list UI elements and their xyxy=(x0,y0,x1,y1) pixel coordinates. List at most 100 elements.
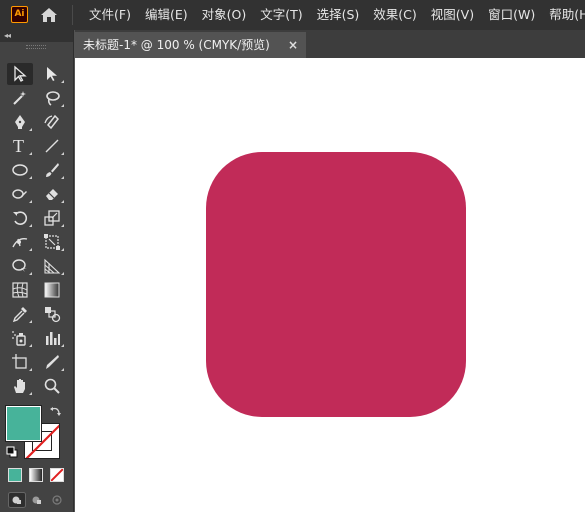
zoom-tool[interactable] xyxy=(39,375,65,397)
eraser-tool[interactable] xyxy=(39,183,65,205)
direct-selection-tool[interactable] xyxy=(39,63,65,85)
blend-icon xyxy=(45,307,61,323)
menu-divider xyxy=(72,5,73,25)
none-mode-icon[interactable] xyxy=(50,468,64,482)
menu-window[interactable]: 窗口(W) xyxy=(481,0,542,30)
menu-view[interactable]: 视图(V) xyxy=(424,0,481,30)
menu-edit[interactable]: 编辑(E) xyxy=(138,0,195,30)
eyedropper-tool[interactable] xyxy=(7,303,33,325)
draw-inside-icon[interactable] xyxy=(48,492,66,508)
illustrator-logo: Ai xyxy=(11,6,28,23)
tool-group-indicator xyxy=(29,128,32,131)
curvature-icon xyxy=(44,114,59,130)
perspective-grid-tool[interactable] xyxy=(39,255,65,277)
tool-group-indicator xyxy=(61,224,64,227)
hand-tool[interactable] xyxy=(7,375,33,397)
draw-normal-icon[interactable] xyxy=(8,492,26,508)
magic-wand-icon xyxy=(13,91,26,105)
panel-grip[interactable] xyxy=(26,45,46,49)
free-transform-icon xyxy=(44,234,60,250)
default-fill-stroke-icon[interactable] xyxy=(6,446,18,458)
tool-group-indicator xyxy=(61,176,64,179)
bar-graph-icon xyxy=(46,332,60,345)
menu-effect[interactable]: 效果(C) xyxy=(366,0,423,30)
menu-type[interactable]: 文字(T) xyxy=(253,0,309,30)
brush-icon xyxy=(46,163,59,177)
tool-group-indicator xyxy=(61,272,64,275)
curvature-tool[interactable] xyxy=(39,111,65,133)
artboard-icon xyxy=(12,354,27,369)
double-chevron-left-icon[interactable]: ◂◂ xyxy=(4,30,11,42)
arrow-icon xyxy=(14,65,27,82)
menu-bar: Ai 文件(F) 编辑(E) 对象(O) 文字(T) 选择(S) 效果(C) 视… xyxy=(0,0,585,30)
free-transform-tool[interactable] xyxy=(39,231,65,253)
scale-icon xyxy=(44,210,60,226)
line-segment-tool[interactable] xyxy=(39,135,65,157)
draw-behind-icon[interactable] xyxy=(28,492,46,508)
gradient-icon xyxy=(44,282,60,298)
tool-group-indicator xyxy=(61,152,64,155)
rotate-tool[interactable] xyxy=(7,207,33,229)
tools-panel: ◂◂ T xyxy=(0,30,74,512)
tool-group-indicator xyxy=(61,368,64,371)
selection-tool[interactable] xyxy=(7,63,33,85)
tool-group-indicator xyxy=(29,152,32,155)
document-tab-title: 未标题-1* @ 100 % (CMYK/预览) xyxy=(83,38,270,52)
hand-icon xyxy=(14,379,25,393)
white-arrow-icon xyxy=(47,67,57,81)
shaper-tool[interactable] xyxy=(7,183,33,205)
menu-object[interactable]: 对象(O) xyxy=(195,0,254,30)
pen-tool[interactable] xyxy=(7,111,33,133)
tool-group-indicator xyxy=(29,272,32,275)
rotate-icon xyxy=(13,211,28,225)
tool-group-indicator xyxy=(29,344,32,347)
tool-group-indicator xyxy=(61,104,64,107)
artboard-tool[interactable] xyxy=(7,351,33,373)
column-graph-tool[interactable] xyxy=(39,327,65,349)
mesh-icon xyxy=(12,282,28,298)
tool-group-indicator xyxy=(29,176,32,179)
scale-tool[interactable] xyxy=(39,207,65,229)
tool-group-indicator xyxy=(29,248,32,251)
shape-builder-tool[interactable] xyxy=(7,255,33,277)
color-mode-icon[interactable] xyxy=(8,468,22,482)
rounded-rectangle-shape[interactable] xyxy=(206,152,466,417)
slice-tool[interactable] xyxy=(39,351,65,373)
width-tool[interactable] xyxy=(7,231,33,253)
line-icon xyxy=(45,139,59,153)
gradient-mode-icon[interactable] xyxy=(29,468,43,482)
type-icon: T xyxy=(13,136,24,156)
tool-group-indicator xyxy=(61,200,64,203)
home-icon[interactable] xyxy=(39,5,59,25)
pen-icon xyxy=(15,115,25,129)
perspective-grid-icon xyxy=(44,258,61,274)
close-icon[interactable]: × xyxy=(288,32,298,58)
gradient-tool[interactable] xyxy=(39,279,65,301)
mesh-tool[interactable] xyxy=(7,279,33,301)
tool-group-indicator xyxy=(29,320,32,323)
tool-group-indicator xyxy=(61,248,64,251)
type-tool[interactable]: T xyxy=(7,135,33,157)
menu-items: 文件(F) 编辑(E) 对象(O) 文字(T) 选择(S) 效果(C) 视图(V… xyxy=(82,0,585,30)
shaper-icon xyxy=(12,189,27,199)
swap-arrows-icon[interactable] xyxy=(50,405,62,417)
fill-swatch[interactable] xyxy=(5,405,42,442)
tool-group-indicator xyxy=(29,224,32,227)
document-tab[interactable]: 未标题-1* @ 100 % (CMYK/预览) × xyxy=(75,32,306,58)
symbol-sprayer-icon xyxy=(12,331,26,346)
menu-file[interactable]: 文件(F) xyxy=(82,0,138,30)
shape-builder-icon xyxy=(12,259,27,272)
artboard-canvas[interactable] xyxy=(75,58,585,512)
paintbrush-tool[interactable] xyxy=(39,159,65,181)
menu-select[interactable]: 选择(S) xyxy=(310,0,367,30)
menu-help[interactable]: 帮助(H) xyxy=(542,0,585,30)
lasso-icon xyxy=(46,91,60,106)
blend-tool[interactable] xyxy=(39,303,65,325)
magic-wand-tool[interactable] xyxy=(7,87,33,109)
ellipse-tool[interactable] xyxy=(7,159,33,181)
ellipse-icon xyxy=(12,164,28,176)
document-tab-bar: 未标题-1* @ 100 % (CMYK/预览) × xyxy=(75,30,585,58)
lasso-tool[interactable] xyxy=(39,87,65,109)
symbol-sprayer-tool[interactable] xyxy=(7,327,33,349)
eyedropper-icon xyxy=(12,307,27,323)
